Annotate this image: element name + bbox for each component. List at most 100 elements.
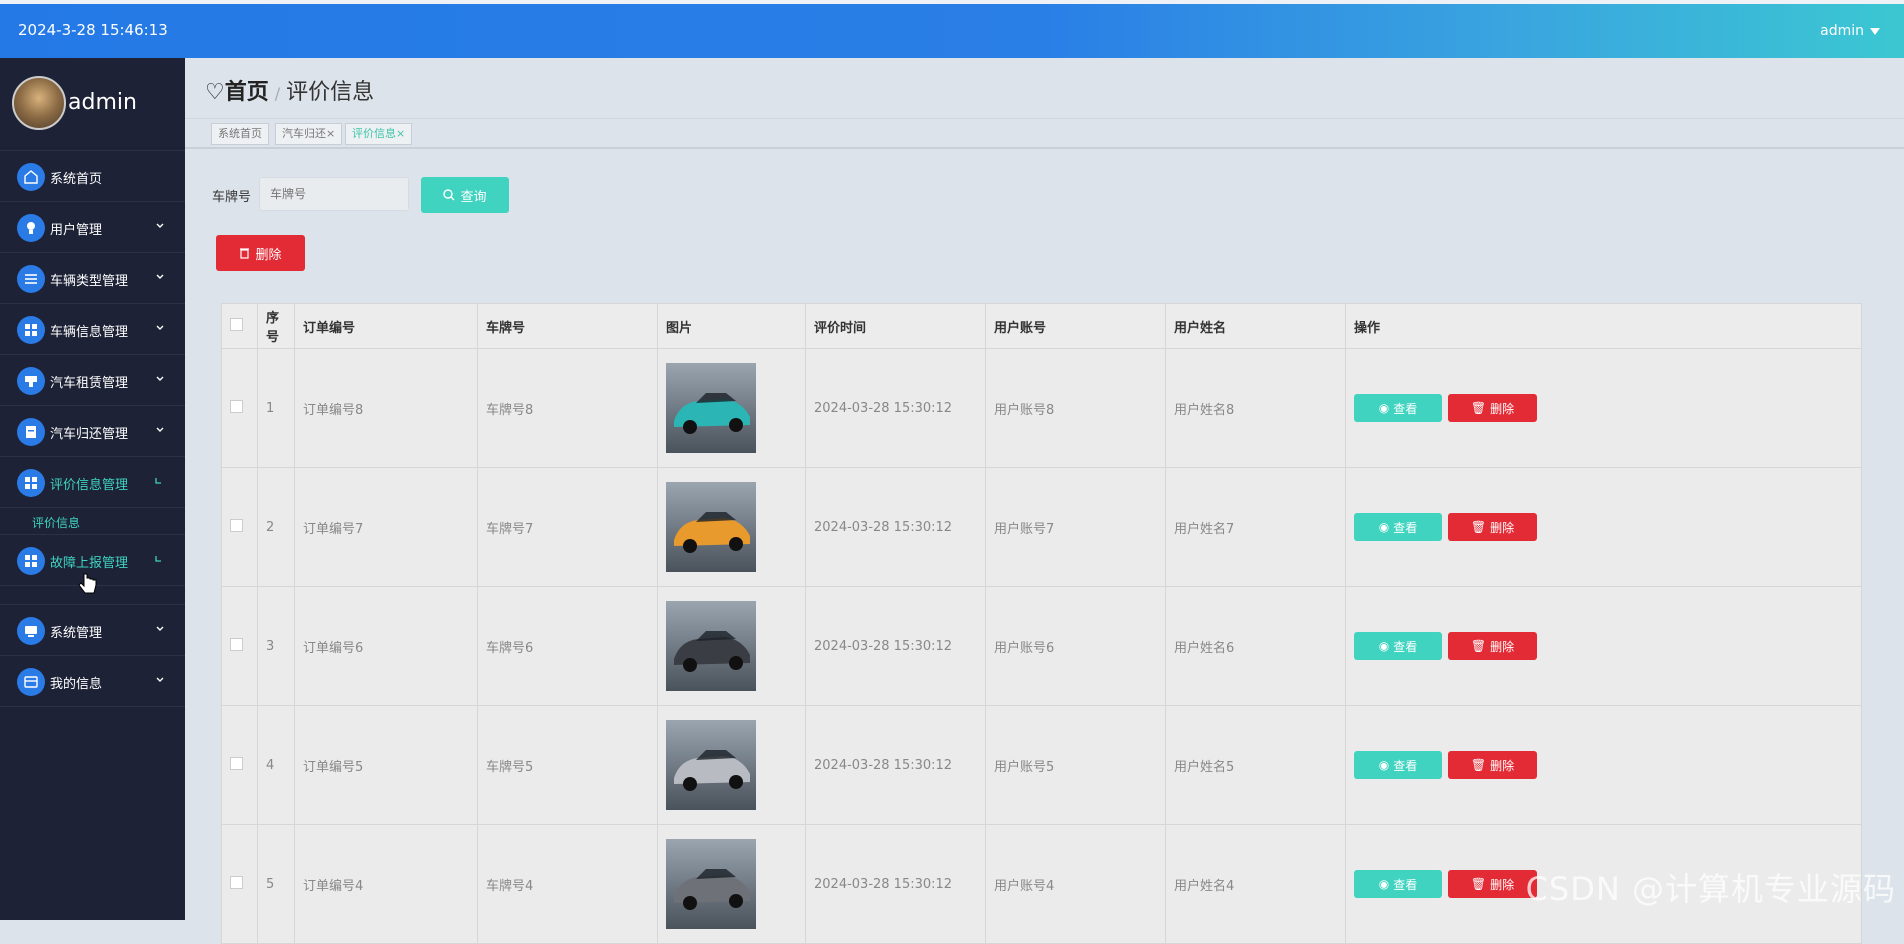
sidebar-item-label: 车辆信息管理 bbox=[50, 325, 129, 340]
select-all-cell[interactable] bbox=[221, 303, 258, 349]
car-thumbnail bbox=[666, 839, 756, 929]
tab-0[interactable]: 系统首页 bbox=[211, 123, 269, 145]
car-thumbnail bbox=[666, 482, 756, 572]
chevron-down-icon bbox=[156, 677, 164, 682]
view-button-label: 查看 bbox=[1393, 639, 1418, 654]
car-thumbnail bbox=[666, 720, 756, 810]
eye-icon: ◉ bbox=[1378, 520, 1390, 534]
header-order: 订单编号 bbox=[294, 303, 478, 349]
row-checkbox[interactable] bbox=[230, 399, 243, 413]
view-button[interactable]: ◉ 查看 bbox=[1354, 394, 1442, 422]
chevron-down-icon bbox=[156, 274, 164, 279]
view-button[interactable]: ◉ 查看 bbox=[1354, 870, 1442, 898]
sidebar-item-3[interactable]: 车辆信息管理 bbox=[0, 304, 185, 355]
top-header: 2024-3-28 15:46:13 admin bbox=[0, 4, 1904, 58]
cell-plate: 车牌号7 bbox=[477, 467, 658, 587]
trash-icon: 🗑 bbox=[1470, 639, 1487, 653]
cell-time: 2024-03-28 15:30:12 bbox=[805, 824, 986, 944]
row-checkbox[interactable] bbox=[230, 756, 243, 770]
sidebar-item-8[interactable]: 系统管理 bbox=[0, 605, 185, 656]
bulk-delete-button[interactable]: 删除 bbox=[216, 235, 305, 271]
delete-button[interactable]: 🗑 删除 bbox=[1448, 751, 1537, 779]
grid-icon bbox=[17, 547, 45, 575]
breadcrumb-home[interactable]: 首页 bbox=[225, 80, 269, 105]
view-button[interactable]: ◉ 查看 bbox=[1354, 632, 1442, 660]
sidebar-item-label: 我的信息 bbox=[50, 677, 103, 692]
header-time: 评价时间 bbox=[805, 303, 986, 349]
rent-icon bbox=[17, 367, 45, 395]
row-checkbox[interactable] bbox=[230, 875, 243, 889]
tab-1[interactable]: 汽车归还× bbox=[275, 123, 343, 145]
tab-2[interactable]: 评价信息× bbox=[345, 123, 413, 145]
sidebar-item-1[interactable]: 用户管理 bbox=[0, 202, 185, 253]
user-menu[interactable]: admin bbox=[1820, 23, 1880, 39]
car-thumbnail bbox=[666, 601, 756, 691]
close-icon[interactable]: × bbox=[326, 127, 335, 140]
cell-no: 5 bbox=[257, 824, 295, 944]
cell-order: 订单编号7 bbox=[294, 467, 478, 587]
user-icon bbox=[17, 214, 45, 242]
avatar bbox=[12, 76, 66, 130]
delete-button[interactable]: 🗑 删除 bbox=[1448, 632, 1537, 660]
sidebar-subitem[interactable]: 评价信息 bbox=[0, 508, 185, 535]
cell-name: 用户姓名8 bbox=[1165, 348, 1346, 468]
cell-order: 订单编号5 bbox=[294, 705, 478, 825]
select-all-checkbox[interactable] bbox=[230, 317, 243, 331]
sidebar-item-9[interactable]: 我的信息 bbox=[0, 656, 185, 707]
sidebar: admin 系统首页 用户管理 车辆类型管理 车辆信息管理 汽车租赁管理 汽车归还管理 评价… bbox=[0, 58, 185, 920]
row-select-cell[interactable] bbox=[221, 348, 258, 468]
close-icon[interactable]: × bbox=[396, 127, 405, 140]
tab-label: 汽车归还 bbox=[282, 127, 326, 140]
delete-button[interactable]: 🗑 删除 bbox=[1448, 513, 1537, 541]
search-icon bbox=[443, 189, 455, 201]
row-select-cell[interactable] bbox=[221, 467, 258, 587]
sidebar-item-6[interactable]: 评价信息管理 bbox=[0, 457, 185, 508]
sidebar-item-label: 汽车归还管理 bbox=[50, 427, 129, 442]
delete-button[interactable]: 🗑 删除 bbox=[1448, 870, 1537, 898]
heart-icon: ♡ bbox=[205, 80, 225, 105]
cell-account: 用户账号5 bbox=[985, 705, 1166, 825]
sidebar-item-0[interactable]: 系统首页 bbox=[0, 151, 185, 202]
sidebar-item-label: 用户管理 bbox=[50, 223, 103, 238]
sidebar-subitem-label: 评价信息 bbox=[32, 516, 81, 530]
plate-search-input[interactable] bbox=[259, 177, 409, 211]
row-checkbox[interactable] bbox=[230, 637, 243, 651]
main-content: ♡首页/评价信息 系统首页汽车归还×评价信息× 车牌号 查询 删除 序号 订单编… bbox=[78, 58, 1904, 944]
chevron-down-icon bbox=[156, 223, 164, 228]
home-icon bbox=[17, 163, 45, 191]
cell-no: 4 bbox=[257, 705, 295, 825]
cell-no: 3 bbox=[257, 586, 295, 706]
row-checkbox[interactable] bbox=[230, 518, 243, 532]
cell-order: 订单编号8 bbox=[294, 348, 478, 468]
view-button[interactable]: ◉ 查看 bbox=[1354, 513, 1442, 541]
table-row: 3 订单编号6 车牌号6 2024-03-28 15:30:12 用户账号6 用户姓名6 ◉… bbox=[221, 586, 1862, 706]
sidebar-item-2[interactable]: 车辆类型管理 bbox=[0, 253, 185, 304]
header-plate: 车牌号 bbox=[477, 303, 658, 349]
cell-time: 2024-03-28 15:30:12 bbox=[805, 705, 986, 825]
row-select-cell[interactable] bbox=[221, 586, 258, 706]
delete-button[interactable]: 🗑 删除 bbox=[1448, 394, 1537, 422]
sidebar-item-label: 评价信息管理 bbox=[50, 478, 129, 493]
chevron-up-icon bbox=[155, 478, 161, 484]
cell-time: 2024-03-28 15:30:12 bbox=[805, 586, 986, 706]
view-button[interactable]: ◉ 查看 bbox=[1354, 751, 1442, 779]
cell-order: 订单编号4 bbox=[294, 824, 478, 944]
cell-actions: ◉ 查看 🗑 删除 bbox=[1345, 348, 1862, 468]
sidebar-item-4[interactable]: 汽车租赁管理 bbox=[0, 355, 185, 406]
cell-plate: 车牌号5 bbox=[477, 705, 658, 825]
system-icon bbox=[17, 617, 45, 645]
sidebar-item-label: 车辆类型管理 bbox=[50, 274, 129, 289]
view-button-label: 查看 bbox=[1393, 877, 1418, 892]
header-name: 用户姓名 bbox=[1165, 303, 1346, 349]
row-select-cell[interactable] bbox=[221, 705, 258, 825]
eye-icon: ◉ bbox=[1378, 877, 1390, 891]
cell-account: 用户账号8 bbox=[985, 348, 1166, 468]
cell-no: 2 bbox=[257, 467, 295, 587]
sidebar-item-5[interactable]: 汽车归还管理 bbox=[0, 406, 185, 457]
cell-account: 用户账号6 bbox=[985, 586, 1166, 706]
cell-name: 用户姓名6 bbox=[1165, 586, 1346, 706]
row-select-cell[interactable] bbox=[221, 824, 258, 944]
view-button-label: 查看 bbox=[1393, 401, 1418, 416]
query-button[interactable]: 查询 bbox=[421, 177, 509, 213]
cell-image bbox=[657, 467, 806, 587]
